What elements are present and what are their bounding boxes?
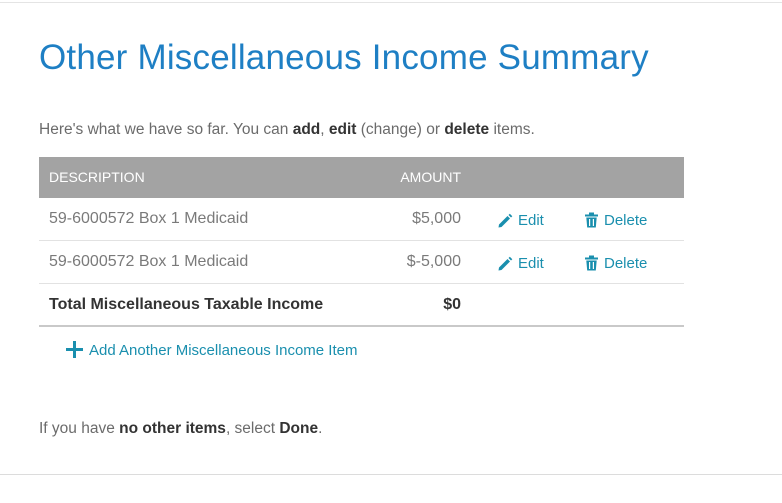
footer-instruction: If you have no other items, select Done. [39,420,322,438]
add-income-item-link[interactable]: Add Another Miscellaneous Income Item [66,340,357,362]
row-description: 59-6000572 Box 1 Medicaid [49,210,249,227]
footer-part-3: . [318,420,323,437]
intro-edit-word: edit [328,121,357,138]
intro-text: Here's what we have so far. You can add,… [39,121,535,139]
edit-button[interactable]: Edit [497,241,544,286]
page-title: Other Miscellaneous Income Summary [39,38,649,77]
delete-button[interactable]: Delete [584,198,647,243]
top-divider [0,2,782,3]
footer-part-1: If you have [39,420,120,437]
total-row: Total Miscellaneous Taxable Income $0 [39,284,684,327]
column-header-amount: AMOUNT [400,169,461,185]
delete-label: Delete [604,255,648,272]
delete-button[interactable]: Delete [584,241,647,286]
footer-done-word: Done [279,420,319,437]
footer-part-2: , select [225,420,280,437]
intro-part-1: Here's what we have so far. You can [39,121,293,138]
add-income-item-label: Add Another Miscellaneous Income Item [89,342,358,359]
table-row: 59-6000572 Box 1 Medicaid $5,000 Edit De… [39,198,684,241]
column-header-description: DESCRIPTION [49,169,145,185]
intro-delete-word: delete [444,121,490,138]
row-amount: $-5,000 [406,253,461,270]
pencil-icon [498,213,513,228]
intro-separator: , [320,121,329,138]
income-summary-page: Other Miscellaneous Income Summary Here'… [0,0,782,503]
intro-part-3: items. [489,121,535,138]
row-amount: $5,000 [412,210,461,227]
edit-label: Edit [518,255,544,272]
trash-icon [585,212,598,228]
edit-label: Edit [518,212,544,229]
trash-icon [585,255,598,271]
bottom-divider [0,474,782,475]
plus-icon [66,341,83,358]
intro-add-word: add [292,121,321,138]
income-table: DESCRIPTION AMOUNT 59-6000572 Box 1 Medi… [39,157,684,327]
table-row: 59-6000572 Box 1 Medicaid $-5,000 Edit D… [39,241,684,284]
total-label: Total Miscellaneous Taxable Income [49,296,324,313]
footer-no-other-items: no other items [119,420,226,437]
edit-button[interactable]: Edit [497,198,544,243]
intro-part-2: (change) or [356,121,445,138]
table-header: DESCRIPTION AMOUNT [39,157,684,198]
total-amount: $0 [443,296,461,313]
row-description: 59-6000572 Box 1 Medicaid [49,253,249,270]
delete-label: Delete [604,212,648,229]
pencil-icon [498,256,513,271]
